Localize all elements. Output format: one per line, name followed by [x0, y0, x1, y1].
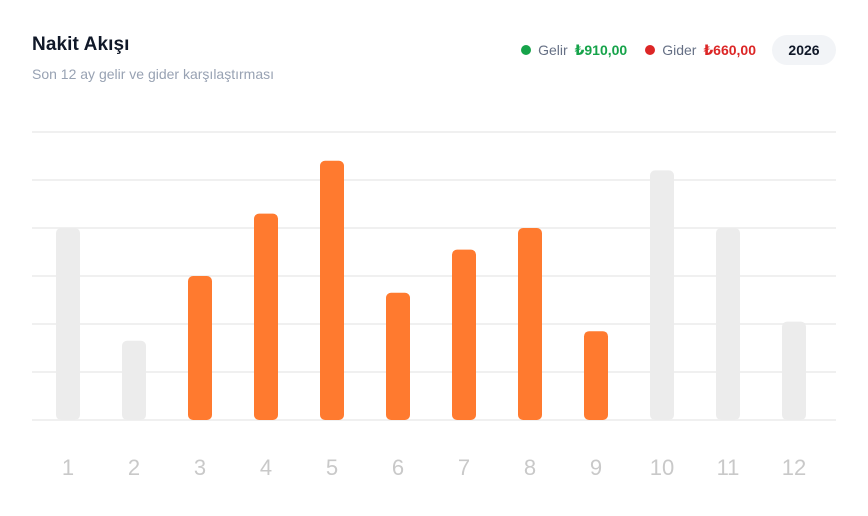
- x-tick-label: 5: [326, 455, 338, 480]
- x-tick-label: 12: [782, 455, 806, 480]
- x-tick-label: 9: [590, 455, 602, 480]
- bar-month-11[interactable]: [716, 228, 740, 420]
- bar-chart: 1 2 3 4 5 6 7 8 9 10 11 12: [32, 131, 836, 480]
- x-tick-label: 1: [62, 455, 74, 480]
- x-tick-label: 8: [524, 455, 536, 480]
- bar-month-5[interactable]: [320, 160, 344, 421]
- x-tick-label: 6: [392, 455, 404, 480]
- bar-month-8[interactable]: [518, 228, 542, 420]
- x-tick-label: 4: [260, 455, 272, 480]
- bar-month-12[interactable]: [782, 321, 806, 420]
- bar-month-2[interactable]: [122, 340, 146, 420]
- x-tick-label: 10: [650, 455, 674, 480]
- bar-month-3[interactable]: [188, 276, 212, 420]
- bar-month-7[interactable]: [452, 249, 476, 420]
- bar-month-1[interactable]: [56, 228, 80, 420]
- bar-month-6[interactable]: [386, 292, 410, 420]
- x-tick-label: 3: [194, 455, 206, 480]
- x-tick-label: 2: [128, 455, 140, 480]
- bar-month-4[interactable]: [254, 213, 278, 420]
- x-tick-label: 11: [717, 455, 740, 480]
- cash-flow-card: Nakit Akışı Son 12 ay gelir ve gider kar…: [0, 0, 868, 516]
- x-tick-label: 7: [458, 455, 470, 480]
- bar-month-9[interactable]: [584, 331, 608, 420]
- bar-month-10[interactable]: [650, 170, 674, 420]
